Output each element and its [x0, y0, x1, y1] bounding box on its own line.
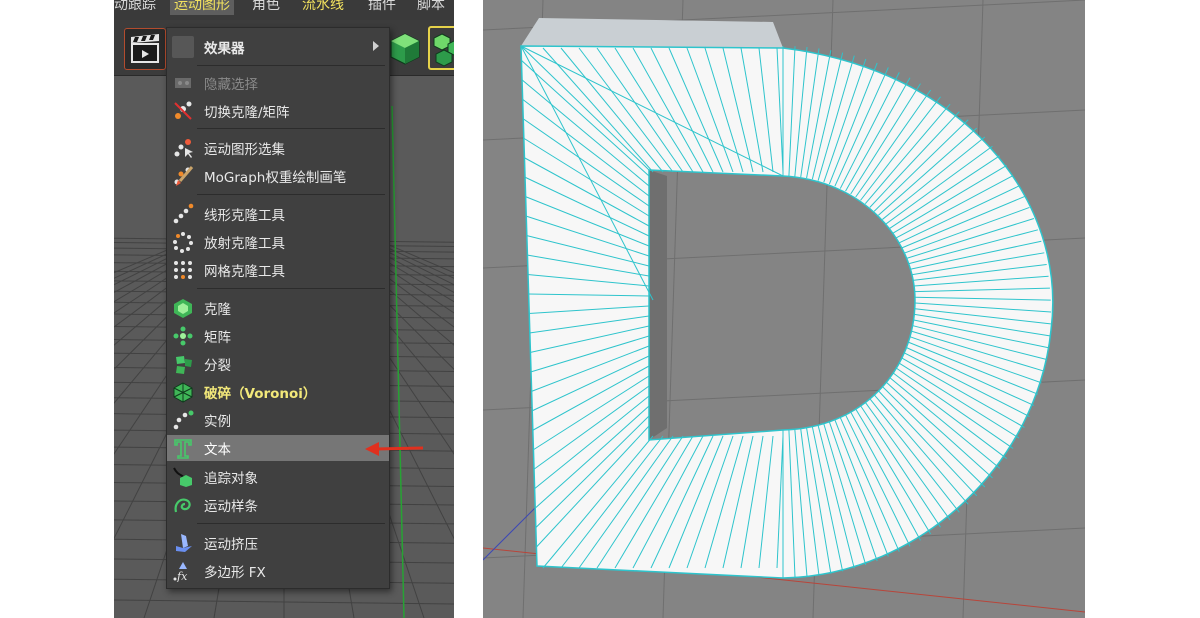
menu-item-label: 破碎（Voronoi） [204, 386, 317, 402]
cube-cluster-tool-button[interactable] [428, 26, 454, 70]
menu-item-motion-spline[interactable]: 运动样条 [167, 492, 389, 518]
menu-mograph[interactable]: 运动图形 [170, 0, 234, 15]
mograph-selection-icon [170, 136, 196, 160]
menu-item-label: 运动样条 [204, 499, 258, 515]
menu-item-instance[interactable]: 实例 [167, 407, 389, 433]
menu-separator [197, 65, 385, 66]
extruded-letter-d-icon [483, 0, 1085, 618]
motion-spline-icon [170, 493, 196, 517]
top-side [521, 18, 783, 48]
menu-item-label: 效果器 [204, 41, 245, 57]
menu-item-fracture[interactable]: 分裂 [167, 351, 389, 377]
menu-item-linear-clone[interactable]: 线形克隆工具 [167, 201, 389, 227]
mo-extrude-icon [170, 531, 196, 555]
menu-item-label: 切换克隆/矩阵 [204, 105, 290, 121]
mograph-dropdown-menu: 效果器 隐藏选择切换克隆/矩阵 运动图形选集 MoGraph权重绘制画笔 线形克隆工具… [166, 27, 424, 589]
linear-clone-icon [170, 202, 196, 226]
menu-item-label: MoGraph权重绘制画笔 [204, 170, 347, 186]
menu-item-label: 矩阵 [204, 330, 231, 346]
menu-separator [197, 128, 385, 129]
menu-item-mo-extrude[interactable]: 运动挤压 [167, 530, 389, 556]
menu-separator [197, 523, 385, 524]
svg-text:fx: fx [176, 570, 188, 582]
menu-item-label: 线形克隆工具 [204, 208, 285, 224]
menu-item-label: 运动图形选集 [204, 142, 285, 158]
green-cube-cluster-icon [433, 33, 454, 67]
tracer-icon [170, 465, 196, 489]
menu-motion-tracking[interactable]: 动跟踪 [114, 0, 156, 15]
text-t-icon [170, 436, 196, 460]
menu-item-cloner[interactable]: 克隆 [167, 295, 389, 321]
menu-item-label: 追踪对象 [204, 471, 258, 487]
menu-separator [197, 194, 385, 195]
cube-tool-button[interactable] [384, 26, 426, 70]
menubar: 动跟踪 运动图形 角色 流水线 插件 脚本 [114, 0, 454, 20]
menu-item-label: 实例 [204, 414, 231, 430]
menu-character[interactable]: 角色 [252, 0, 280, 15]
cloner-icon [170, 296, 196, 320]
instance-icon [170, 408, 196, 432]
menu-item-mograph-selection[interactable]: 运动图形选集 [167, 135, 389, 161]
menu-item-matrix[interactable]: 矩阵 [167, 323, 389, 349]
red-arrow-icon [365, 442, 424, 456]
cinema4d-viewport-text-d [483, 0, 1085, 618]
menu-script[interactable]: 脚本 [417, 0, 445, 15]
menu-item-effectors[interactable]: 效果器 [167, 32, 389, 62]
menu-item-label: 分裂 [204, 358, 231, 374]
menu-item-label: 放射克隆工具 [204, 236, 285, 252]
clapperboard-button[interactable] [124, 28, 166, 70]
polygon-fx-icon: fx [170, 559, 196, 583]
menu-item-label: 运动挤压 [204, 537, 258, 553]
weight-paint-brush-icon [170, 164, 196, 188]
menu-item-tracer[interactable]: 追踪对象 [167, 464, 389, 490]
menu-item-radial-clone[interactable]: 放射克隆工具 [167, 229, 389, 255]
radial-clone-icon [170, 230, 196, 254]
menu-item-label: 网格克隆工具 [204, 264, 285, 280]
matrix-icon [170, 324, 196, 348]
menu-item-voronoi-fracture[interactable]: 破碎（Voronoi） [167, 379, 389, 405]
menu-item-grid-clone[interactable]: 网格克隆工具 [167, 257, 389, 283]
menu-item-toggle-clone[interactable]: 切换克隆/矩阵 [167, 98, 389, 124]
menu-plugins[interactable]: 插件 [368, 0, 396, 15]
fracture-icon [170, 352, 196, 376]
menu-item-label: 克隆 [204, 302, 231, 318]
submenu-arrow-icon [373, 41, 379, 51]
menu-item-label: 多边形 FX [204, 565, 266, 581]
menu-item-weight-paint-brush[interactable]: MoGraph权重绘制画笔 [167, 163, 389, 189]
menu-item-polygon-fx[interactable]: fx 多边形 FX [167, 558, 389, 584]
effector-placeholder-icon [170, 35, 196, 59]
toggle-clone-icon [170, 99, 196, 123]
grid-clone-icon [170, 258, 196, 282]
voronoi-fracture-icon [170, 380, 196, 404]
hide-selection-icon [170, 71, 196, 95]
menu-item-hide-selection[interactable]: 隐藏选择 [167, 70, 389, 96]
menu-separator [197, 288, 385, 289]
clapperboard-icon [131, 34, 159, 63]
menu-item-text-t[interactable]: 文本 [167, 435, 389, 461]
menu-item-label: 隐藏选择 [204, 77, 258, 93]
green-cube-icon [390, 33, 420, 65]
inner-wall [649, 170, 667, 440]
menu-item-label: 文本 [204, 442, 231, 458]
menu-pipeline[interactable]: 流水线 [302, 0, 344, 15]
